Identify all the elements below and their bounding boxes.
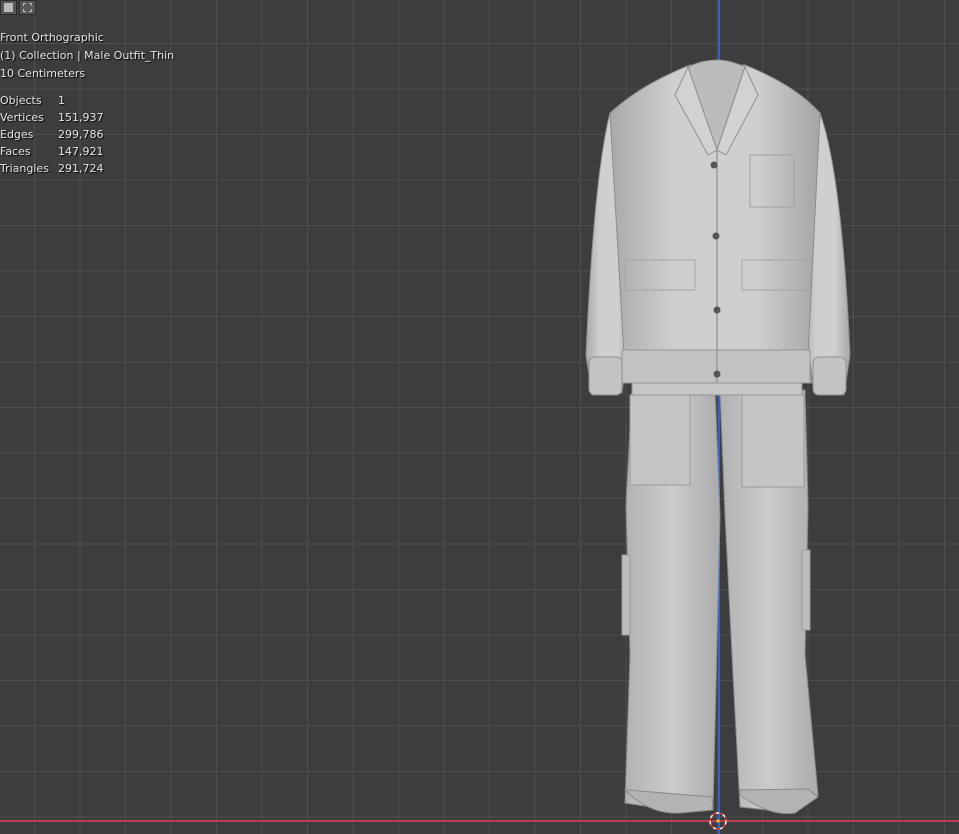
stat-row: Triangles 291,724 [0, 160, 104, 177]
stat-value: 151,937 [58, 111, 104, 124]
stat-label: Vertices [0, 111, 44, 124]
stat-label: Faces [0, 145, 31, 158]
stat-value: 147,921 [58, 145, 104, 158]
select-mode-icon[interactable] [19, 0, 36, 15]
stat-label: Objects [0, 94, 42, 107]
stat-value: 291,724 [58, 162, 104, 175]
3d-viewport[interactable]: Front Orthographic (1) Collection | Male… [0, 0, 959, 834]
stat-label: Edges [0, 128, 34, 141]
stat-row: Objects 1 [0, 92, 104, 109]
stat-row: Vertices 151,937 [0, 109, 104, 126]
stat-label: Triangles [0, 162, 49, 175]
3d-cursor-icon[interactable] [707, 810, 729, 832]
stat-value: 1 [58, 94, 65, 107]
outfit-mesh[interactable] [580, 55, 855, 820]
select-box-icon[interactable] [0, 0, 17, 15]
x-axis-line [0, 820, 959, 822]
viewport-header-buttons [0, 0, 36, 15]
statistics-overlay: Objects 1 Vertices 151,937 Edges 299,786 Fa… [0, 92, 104, 177]
view-name: Front Orthographic [0, 31, 104, 44]
viewport-text-overlay: Front Orthographic (1) Collection | Male… [0, 29, 174, 83]
scale-label: 10 Centimeters [0, 67, 86, 80]
collection-label: (1) Collection | Male Outfit_Thin [0, 49, 175, 62]
stat-row: Faces 147,921 [0, 143, 104, 160]
stat-value: 299,786 [58, 128, 104, 141]
stat-row: Edges 299,786 [0, 126, 104, 143]
